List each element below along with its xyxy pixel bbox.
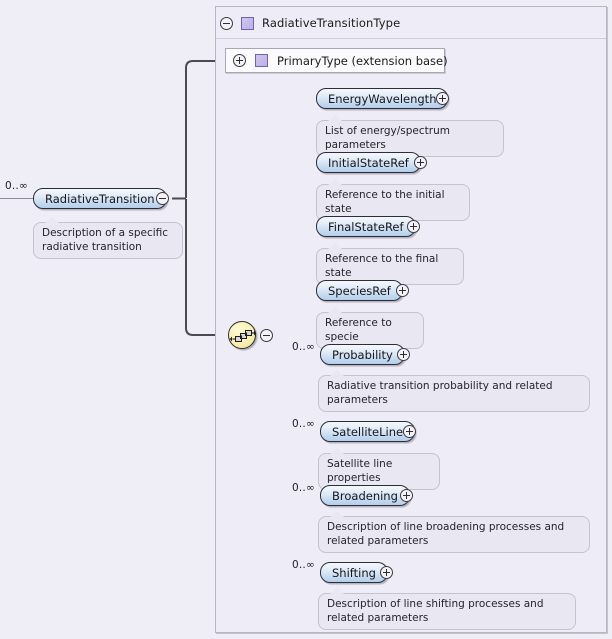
annotation-probability: Radiative transition probability and rel…	[318, 370, 590, 412]
element-finalstateref[interactable]: FinalStateRef	[316, 216, 416, 237]
expand-toggle-shifting[interactable]	[380, 566, 393, 579]
element-label: EnergyWavelength	[328, 91, 437, 106]
element-label: SpeciesRef	[328, 283, 391, 298]
collapse-toggle-radiativetransitiontype[interactable]	[220, 16, 233, 30]
annotation-notch	[328, 179, 342, 185]
annotation-text: Description of line broadening processes…	[327, 521, 565, 547]
element-energywavelength[interactable]: EnergyWavelength	[316, 88, 449, 109]
occurrence-shifting: 0..∞	[292, 559, 315, 571]
sequence-icon	[229, 330, 257, 342]
annotation-notch	[330, 370, 344, 376]
annotation-notch	[330, 588, 344, 594]
annotation-notch	[328, 115, 342, 121]
type-swatch-icon	[241, 16, 254, 30]
element-label: Shifting	[332, 565, 376, 580]
annotation-text: List of energy/spectrum parameters	[325, 125, 450, 151]
expand-toggle-probability[interactable]	[397, 348, 410, 361]
annotation-radiativetransition: Description of a specific radiative tran…	[33, 217, 183, 259]
element-satelliteline[interactable]: SatelliteLine	[320, 421, 416, 442]
expand-toggle-energywavelength[interactable]	[436, 92, 449, 105]
element-radiativetransition[interactable]: RadiativeTransition	[33, 188, 167, 209]
element-label: Probability	[332, 347, 393, 362]
annotation-text: Radiative transition probability and rel…	[327, 380, 553, 406]
element-initialstateref[interactable]: InitialStateRef	[316, 152, 421, 173]
occurrence-probability: 0..∞	[292, 341, 315, 353]
annotation-notch	[330, 511, 344, 517]
annotation-broadening: Description of line broadening processes…	[318, 511, 590, 553]
expand-toggle-finalstateref[interactable]	[407, 220, 420, 233]
type-container-header: RadiativeTransitionType	[220, 14, 400, 32]
expand-toggle-broadening[interactable]	[400, 489, 413, 502]
element-label: RadiativeTransition	[45, 191, 155, 206]
expand-toggle-speciesref[interactable]	[396, 284, 409, 297]
sequence-compositor-node[interactable]	[228, 321, 257, 349]
annotation-text: Satellite line properties	[327, 458, 393, 484]
occurrence-satelliteline: 0..∞	[292, 418, 315, 430]
annotation-text: Description of a specific radiative tran…	[42, 227, 169, 253]
element-label: Broadening	[332, 488, 398, 503]
element-shifting[interactable]: Shifting	[320, 562, 388, 583]
collapse-toggle-radiativetransition[interactable]	[156, 192, 169, 205]
expand-toggle-primarytype[interactable]	[233, 54, 246, 67]
occurrence-broadening: 0..∞	[292, 482, 315, 494]
extension-base-primarytype[interactable]: PrimaryType (extension base)	[225, 48, 448, 73]
element-probability[interactable]: Probability	[320, 344, 405, 365]
annotation-notch	[328, 243, 342, 249]
expand-toggle-satelliteline[interactable]	[403, 425, 416, 438]
element-broadening[interactable]: Broadening	[320, 485, 410, 506]
type-container-title: RadiativeTransitionType	[262, 16, 401, 30]
annotation-shifting: Description of line shifting processes a…	[318, 588, 576, 630]
element-speciesref[interactable]: SpeciesRef	[316, 280, 403, 301]
annotation-notch	[330, 448, 344, 454]
annotation-notch	[45, 217, 59, 223]
annotation-text: Reference to the initial state	[325, 189, 445, 215]
element-label: SatelliteLine	[332, 424, 404, 439]
type-swatch-icon	[255, 54, 268, 67]
element-label: FinalStateRef	[328, 219, 404, 234]
schema-diagram-canvas: RadiativeTransitionType PrimaryType (ext…	[0, 0, 612, 639]
annotation-notch	[328, 307, 342, 313]
expand-toggle-initialstateref[interactable]	[414, 156, 427, 169]
annotation-text: Reference to the final state	[325, 253, 439, 279]
collapse-toggle-sequence[interactable]	[260, 329, 273, 342]
annotation-text: Reference to specie	[325, 317, 392, 343]
occurrence-radiativetransition: 0..∞	[5, 180, 28, 192]
element-label: InitialStateRef	[328, 155, 409, 170]
type-header-divider	[216, 38, 606, 39]
extension-base-label: PrimaryType (extension base)	[277, 53, 448, 68]
annotation-text: Description of line shifting processes a…	[327, 598, 544, 624]
